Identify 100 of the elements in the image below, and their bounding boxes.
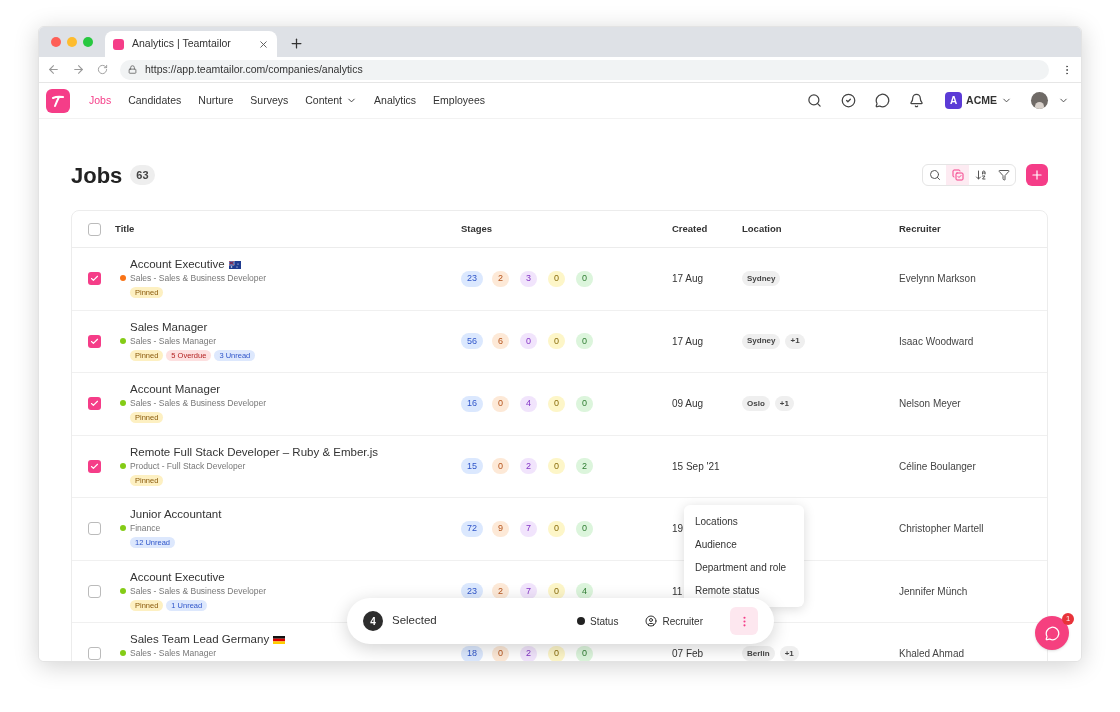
stage-count[interactable]: 0 — [492, 645, 509, 661]
stage-count[interactable]: 15 — [461, 458, 483, 475]
menu-item[interactable]: Remote status — [684, 579, 804, 602]
stage-count[interactable]: 0 — [548, 583, 565, 600]
sort-icon — [974, 169, 987, 181]
row-checkbox[interactable] — [88, 272, 101, 286]
selected-count: 4 — [363, 611, 383, 631]
organization-switcher[interactable]: A ACME — [945, 92, 1012, 109]
column-header[interactable]: Recruiter — [899, 221, 941, 237]
nav-item[interactable]: Analytics — [374, 92, 417, 109]
stage-count[interactable]: 2 — [576, 458, 593, 475]
stage-count[interactable]: 56 — [461, 333, 483, 350]
stage-count[interactable]: 0 — [492, 458, 509, 475]
stage-count[interactable]: 2 — [520, 458, 537, 475]
row-checkbox[interactable] — [88, 334, 101, 348]
column-header[interactable]: Title — [115, 221, 135, 237]
stage-count[interactable]: 3 — [520, 270, 537, 287]
stage-count[interactable]: 0 — [576, 270, 593, 287]
stage-count[interactable]: 7 — [520, 583, 537, 600]
job-title[interactable]: Sales Team Lead Germany — [130, 631, 270, 649]
column-header[interactable]: Location — [742, 221, 782, 237]
browser-tab[interactable]: Analytics | Teamtailor — [105, 31, 277, 57]
job-department: Sales - Sales & Business Developer — [130, 398, 267, 410]
stage-count[interactable]: 0 — [520, 333, 537, 350]
nav-item[interactable]: Content — [305, 92, 358, 109]
user-icon — [645, 615, 658, 627]
stage-count[interactable]: 18 — [461, 645, 483, 661]
stage-count[interactable]: 0 — [492, 395, 509, 412]
job-title[interactable]: Account Manager — [130, 381, 221, 399]
nav-item[interactable]: Candidates — [128, 92, 182, 109]
menu-item[interactable]: Locations — [684, 510, 804, 533]
recruiter-name: Evelynn Markson — [899, 272, 976, 287]
lock-icon — [128, 65, 137, 74]
app-logo[interactable] — [46, 88, 70, 113]
created-date: 15 Sep '21 — [672, 459, 720, 474]
recruiter-name: Jennifer Münch — [899, 584, 968, 599]
menu-item[interactable]: Department and role — [684, 556, 804, 579]
job-department: Finance — [130, 523, 162, 535]
stage-count[interactable]: 0 — [576, 395, 593, 412]
add-job-button[interactable] — [1026, 164, 1048, 186]
nav-item[interactable]: Employees — [433, 92, 485, 109]
column-header[interactable]: Stages — [461, 221, 493, 237]
address-bar[interactable]: https://app.teamtailor.com/companies/analytics — [120, 59, 1049, 80]
check-icon — [90, 274, 99, 284]
nav-item[interactable]: Jobs — [89, 92, 112, 109]
job-title[interactable]: Sales Manager — [130, 318, 208, 336]
stage-count[interactable]: 0 — [548, 458, 565, 475]
stage-count[interactable]: 72 — [461, 520, 483, 537]
nav-item[interactable]: Surveys — [250, 92, 289, 109]
stage-count[interactable]: 2 — [492, 583, 509, 600]
forward-icon[interactable] — [72, 63, 85, 76]
row-checkbox[interactable] — [88, 522, 101, 536]
stage-count[interactable]: 0 — [548, 270, 565, 287]
back-icon[interactable] — [47, 63, 60, 76]
row-checkbox[interactable] — [88, 584, 101, 598]
recruiter-name: Isaac Woodward — [899, 334, 974, 349]
close-window-icon[interactable] — [51, 37, 61, 47]
notifications-icon[interactable] — [909, 93, 925, 108]
location-tag: +1 — [785, 333, 805, 349]
stage-count[interactable]: 4 — [576, 583, 593, 600]
stage-count[interactable]: 0 — [548, 333, 565, 350]
user-menu[interactable] — [1031, 92, 1069, 109]
stage-count[interactable]: 0 — [548, 645, 565, 661]
search-icon[interactable] — [807, 93, 823, 108]
job-title[interactable]: Remote Full Stack Developer – Ruby & Ember.js — [130, 443, 378, 461]
stage-count[interactable]: 2 — [520, 645, 537, 661]
new-tab-icon[interactable] — [289, 36, 304, 51]
created-date: 11 — [672, 584, 683, 599]
plus-icon — [1030, 168, 1044, 182]
menu-item[interactable]: Audience — [684, 533, 804, 556]
nav-item[interactable]: Nurture — [198, 92, 234, 109]
stage-count[interactable]: 6 — [492, 333, 509, 350]
stage-count[interactable]: 2 — [492, 270, 509, 287]
stage-count[interactable]: 0 — [576, 333, 593, 350]
stage-count[interactable]: 0 — [576, 520, 593, 537]
check-circle-icon[interactable] — [841, 93, 857, 108]
stage-count[interactable]: 4 — [520, 395, 537, 412]
close-tab-icon[interactable] — [258, 38, 269, 50]
job-title[interactable]: Account Executive — [130, 256, 225, 274]
select-all-checkbox[interactable] — [88, 222, 101, 236]
job-title[interactable]: Account Executive — [130, 568, 225, 586]
row-checkbox[interactable] — [88, 397, 101, 411]
status-button[interactable]: Status — [577, 613, 619, 629]
location-tag: +1 — [774, 396, 794, 412]
stage-count[interactable]: 23 — [461, 583, 483, 600]
recruiter-button[interactable]: Recruiter — [645, 613, 703, 629]
created-date: 07 Feb — [672, 647, 704, 661]
stage-count[interactable]: 0 — [548, 520, 565, 537]
stage-count[interactable]: 16 — [461, 395, 483, 412]
stage-count[interactable]: 9 — [492, 520, 509, 537]
stage-count[interactable]: 7 — [520, 520, 537, 537]
reload-icon[interactable] — [97, 64, 108, 75]
chat-icon[interactable] — [875, 93, 891, 108]
stage-count[interactable]: 0 — [576, 645, 593, 661]
column-header[interactable]: Created — [672, 221, 708, 237]
row-checkbox[interactable] — [88, 459, 101, 473]
row-checkbox[interactable] — [88, 647, 101, 661]
stage-count[interactable]: 23 — [461, 270, 483, 287]
stage-count[interactable]: 0 — [548, 395, 565, 412]
job-title[interactable]: Junior Accountant — [130, 506, 222, 524]
